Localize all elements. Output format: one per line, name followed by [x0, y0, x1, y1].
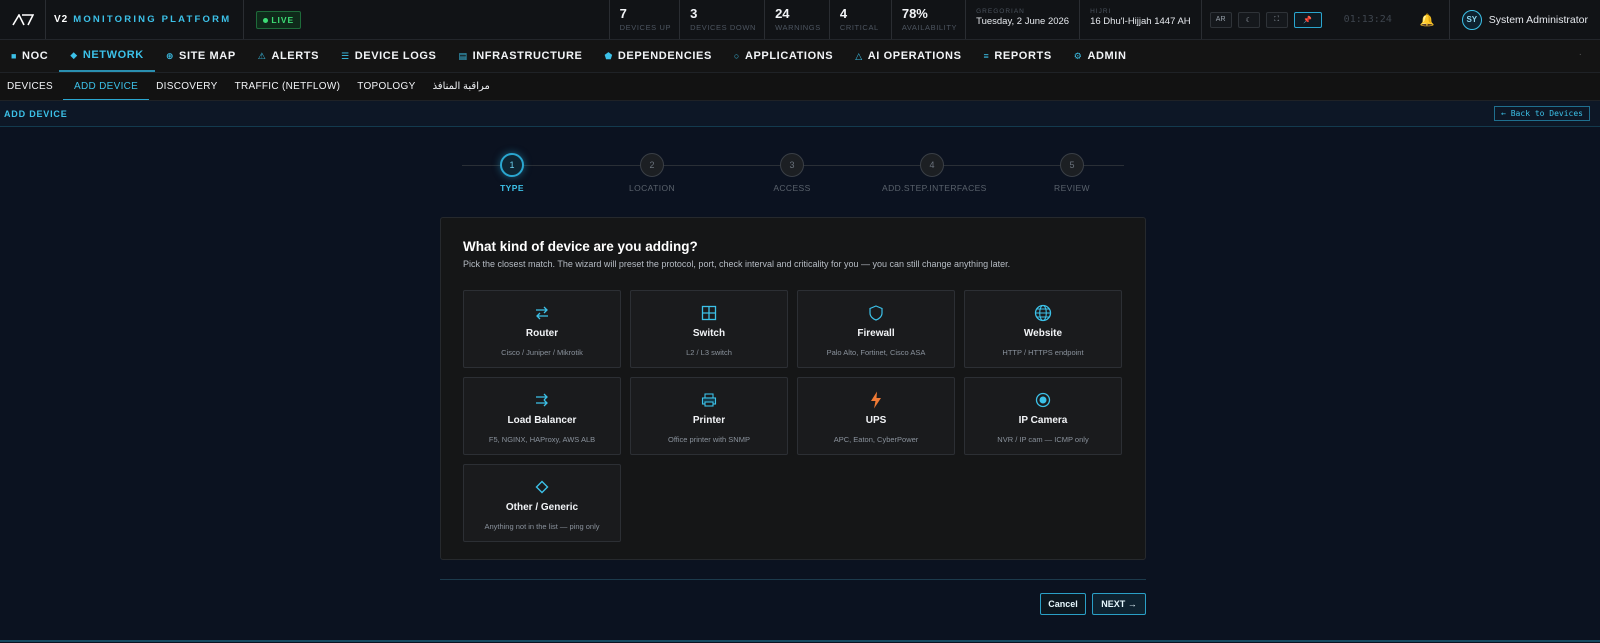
toolbar: AR ☾ ⛶ 📌 — [1200, 0, 1330, 39]
live-badge: LIVE — [256, 10, 302, 29]
router-icon — [464, 303, 620, 323]
top-bar: V2 MONITORING PLATFORM LIVE 7 DEVICES UP … — [0, 0, 1600, 40]
stat-availability[interactable]: 78% AVAILABILITY — [890, 0, 965, 39]
sub-nav: DEVICES ADD DEVICE DISCOVERY TRAFFIC (NE… — [0, 73, 1600, 101]
device-tile-ups[interactable]: UPS APC, Eaton, CyberPower — [797, 377, 955, 455]
diamond-icon — [464, 477, 620, 497]
stat-devices-down[interactable]: 3 DEVICES DOWN — [679, 0, 764, 39]
logs-icon: ☰ — [341, 50, 350, 61]
brand-name: MONITORING PLATFORM — [73, 14, 232, 25]
applications-icon: ○ — [733, 51, 740, 61]
globe-icon — [965, 303, 1121, 323]
theme-toggle-icon[interactable]: ☾ — [1237, 11, 1260, 28]
device-tile-switch[interactable]: Switch L2 / L3 switch — [630, 290, 788, 368]
clock: 01:13:24 — [1343, 14, 1392, 25]
page-title-bar: ADD DEVICE ← Back to Devices — [0, 101, 1600, 127]
subnav-topology[interactable]: TOPOLOGY — [350, 73, 425, 100]
nav-noc[interactable]: ■ NOC — [0, 40, 59, 72]
device-tile-firewall[interactable]: Firewall Palo Alto, Fortinet, Cisco ASA — [797, 290, 955, 368]
nav-ai-operations[interactable]: △ AI OPERATIONS — [844, 40, 972, 72]
avatar: SY — [1461, 9, 1482, 30]
subnav-add-device[interactable]: ADD DEVICE — [63, 73, 150, 100]
step-review[interactable]: 5 REVIEW — [1022, 153, 1122, 193]
network-icon: ◆ — [70, 49, 78, 60]
wizard-stepper: 1 TYPE 2 LOCATION 3 ACCESS 4 ADD.STEP.INTERF… — [462, 152, 1124, 202]
card-subtitle: Pick the closest match. The wizard will … — [463, 259, 1011, 269]
subnav-traffic-netflow[interactable]: TRAFFIC (NETFLOW) — [228, 73, 351, 100]
device-tile-ip-camera[interactable]: IP Camera NVR / IP cam — ICMP only — [964, 377, 1122, 455]
footer-divider — [440, 579, 1146, 580]
site-map-icon: ⊕ — [165, 50, 175, 61]
app-logo[interactable] — [0, 0, 46, 39]
stat-devices-up[interactable]: 7 DEVICES UP — [608, 0, 679, 39]
noc-icon: ■ — [11, 51, 18, 61]
logo-icon — [11, 13, 34, 25]
nav-reports[interactable]: ≡ REPORTS — [973, 40, 1063, 72]
device-tile-website[interactable]: Website HTTP / HTTPS endpoint — [964, 290, 1122, 368]
device-tile-other-generic[interactable]: Other / Generic Anything not in the list… — [463, 464, 621, 542]
nav-network[interactable]: ◆ NETWORK — [59, 40, 155, 72]
reports-icon: ≡ — [983, 51, 990, 61]
main-nav: ■ NOC ◆ NETWORK ⊕ SITE MAP ⚠ ALERTS ☰ DEVICE … — [0, 40, 1600, 73]
device-tile-load-balancer[interactable]: Load Balancer F5, NGINX, HAProxy, AWS AL… — [463, 377, 621, 455]
device-type-card: What kind of device are you adding? Pick… — [440, 217, 1146, 560]
infrastructure-icon: ▤ — [458, 50, 468, 61]
live-dot-icon — [263, 17, 269, 23]
back-to-devices-button[interactable]: ← Back to Devices — [1494, 106, 1590, 121]
nav-admin[interactable]: ⚙ ADMIN — [1063, 40, 1138, 72]
next-button[interactable]: NEXT → — [1092, 593, 1146, 615]
bottom-accent-line — [0, 640, 1600, 642]
subnav-devices[interactable]: DEVICES — [0, 73, 63, 100]
device-tile-router[interactable]: Router Cisco / Juniper / Mikrotik — [463, 290, 621, 368]
balancer-icon — [464, 390, 620, 410]
brand-prefix: V2 — [54, 14, 69, 25]
gregorian-date: GREGORIAN Tuesday, 2 June 2026 — [965, 0, 1079, 39]
pin-icon[interactable]: 📌 — [1293, 11, 1322, 28]
nav-site-map[interactable]: ⊕ SITE MAP — [155, 40, 247, 72]
nav-infrastructure[interactable]: ▤ INFRASTRUCTURE — [448, 40, 594, 72]
user-menu[interactable]: SY System Administrator — [1448, 0, 1600, 39]
brand: V2 MONITORING PLATFORM — [46, 0, 245, 39]
bolt-icon — [798, 390, 954, 410]
printer-icon — [631, 390, 787, 410]
dependencies-icon: ⬟ — [604, 50, 613, 61]
stat-critical[interactable]: 4 CRITICAL — [828, 0, 891, 39]
bell-icon[interactable]: 🔔 — [1406, 0, 1449, 39]
shield-icon — [798, 303, 954, 323]
cancel-button[interactable]: Cancel — [1040, 593, 1086, 615]
stat-warnings[interactable]: 24 WARNINGS — [764, 0, 829, 39]
user-name: System Administrator — [1488, 13, 1588, 26]
switch-icon — [631, 303, 787, 323]
alert-icon: ⚠ — [257, 50, 267, 61]
step-interfaces[interactable]: 4 ADD.STEP.INTERFACES — [882, 153, 986, 193]
device-tile-printer[interactable]: Printer Office printer with SNMP — [630, 377, 788, 455]
step-type[interactable]: 1 TYPE — [462, 153, 562, 193]
card-title: What kind of device are you adding? — [463, 239, 698, 254]
step-access[interactable]: 3 ACCESS — [742, 153, 842, 193]
subnav-discovery[interactable]: DISCOVERY — [149, 73, 227, 100]
more-dot-icon: · — [1578, 49, 1582, 60]
page-title: ADD DEVICE — [4, 108, 68, 119]
subnav-port-monitoring[interactable]: مراقبة المنافذ — [426, 73, 500, 100]
language-toggle-button[interactable]: AR — [1209, 11, 1232, 28]
nav-dependencies[interactable]: ⬟ DEPENDENCIES — [593, 40, 722, 72]
camera-icon — [965, 390, 1121, 410]
hijri-date: HIJRI 16 Dhu'l-Hijjah 1447 AH — [1079, 0, 1201, 39]
ai-operations-icon: △ — [855, 50, 863, 61]
nav-alerts[interactable]: ⚠ ALERTS — [247, 40, 330, 72]
nav-applications[interactable]: ○ APPLICATIONS — [723, 40, 844, 72]
step-location[interactable]: 2 LOCATION — [602, 153, 702, 193]
nav-device-logs[interactable]: ☰ DEVICE LOGS — [330, 40, 447, 72]
fullscreen-icon[interactable]: ⛶ — [1265, 11, 1288, 28]
gear-icon: ⚙ — [1073, 50, 1083, 61]
